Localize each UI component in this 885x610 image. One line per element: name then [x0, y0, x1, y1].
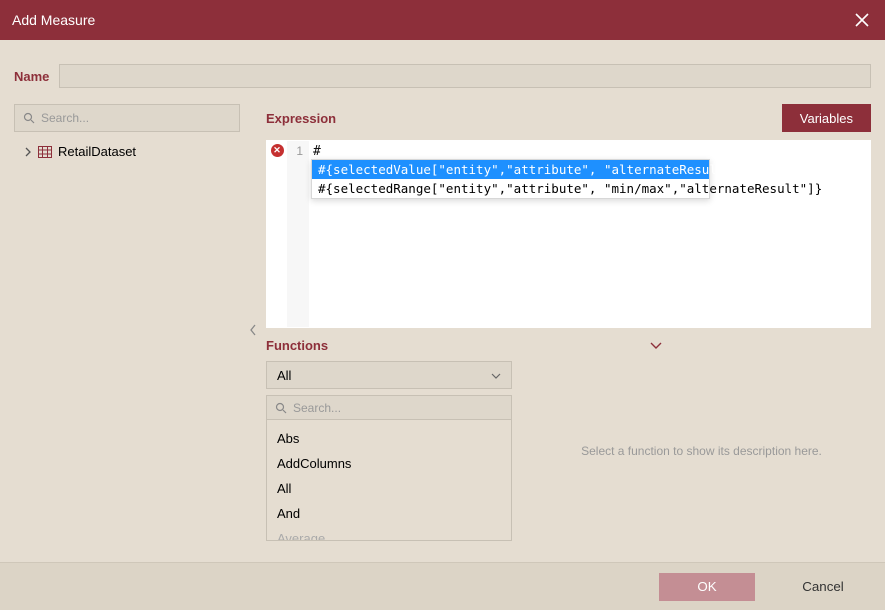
- right-panel: Expression Variables ✕ 1 # #{selectedVal…: [266, 104, 871, 556]
- search-icon: [275, 402, 287, 414]
- tree-search-input[interactable]: [41, 111, 231, 125]
- function-search[interactable]: [267, 396, 511, 420]
- function-description: Select a function to show its descriptio…: [532, 361, 871, 541]
- work-area: RetailDataset Expression Variables ✕ 1 #…: [0, 104, 885, 556]
- autocomplete-option[interactable]: #{selectedValue["entity","attribute", "a…: [312, 160, 709, 179]
- table-icon: [38, 146, 52, 158]
- expression-header: Expression Variables: [266, 104, 871, 132]
- code-text: #: [313, 144, 321, 159]
- name-row: Name: [0, 40, 885, 104]
- close-button[interactable]: [851, 9, 873, 31]
- function-search-input[interactable]: [293, 401, 503, 415]
- code-area[interactable]: # #{selectedValue["entity","attribute", …: [309, 141, 870, 327]
- function-item[interactable]: All: [267, 476, 511, 501]
- close-icon: [855, 13, 869, 27]
- function-item[interactable]: AddColumns: [267, 451, 511, 476]
- autocomplete-option[interactable]: #{selectedRange["entity","attribute", "m…: [312, 179, 709, 198]
- tree-item-retaildataset[interactable]: RetailDataset: [16, 142, 238, 161]
- cancel-button[interactable]: Cancel: [775, 573, 871, 601]
- left-panel: RetailDataset: [14, 104, 240, 556]
- line-number: 1: [287, 144, 303, 158]
- title-bar: Add Measure: [0, 0, 885, 40]
- dropdown-value: All: [277, 368, 291, 383]
- tree-search[interactable]: [14, 104, 240, 132]
- chevron-down-icon: [650, 338, 662, 353]
- tree-item-label: RetailDataset: [58, 144, 136, 159]
- chevron-left-icon: [249, 324, 257, 336]
- function-item[interactable]: Average: [267, 526, 511, 540]
- autocomplete-popup: #{selectedValue["entity","attribute", "a…: [311, 159, 710, 199]
- function-item[interactable]: Abs: [267, 426, 511, 451]
- functions-toggle[interactable]: Functions: [266, 338, 871, 353]
- functions-left: All Abs: [266, 361, 512, 541]
- dialog-footer: OK Cancel: [0, 562, 885, 610]
- collapse-left-handle[interactable]: [240, 104, 266, 556]
- dialog-title: Add Measure: [12, 12, 851, 28]
- function-items: Abs AddColumns All And Average: [267, 420, 511, 540]
- function-category-dropdown[interactable]: All: [266, 361, 512, 389]
- data-tree: RetailDataset: [14, 132, 240, 171]
- function-list-box: Abs AddColumns All And Average: [266, 395, 512, 541]
- functions-label: Functions: [266, 338, 328, 353]
- function-description-hint: Select a function to show its descriptio…: [581, 444, 822, 458]
- search-icon: [23, 112, 35, 124]
- chevron-right-icon: [24, 147, 32, 157]
- line-gutter: 1: [287, 141, 309, 327]
- expression-editor[interactable]: ✕ 1 # #{selectedValue["entity","attribut…: [266, 140, 871, 328]
- name-input[interactable]: [59, 64, 871, 88]
- error-icon[interactable]: ✕: [271, 144, 284, 157]
- ok-button[interactable]: OK: [659, 573, 755, 601]
- functions-body: All Abs: [266, 361, 871, 541]
- variables-button[interactable]: Variables: [782, 104, 871, 132]
- name-label: Name: [14, 69, 49, 84]
- function-item[interactable]: And: [267, 501, 511, 526]
- error-gutter: ✕: [267, 141, 287, 327]
- expression-label: Expression: [266, 111, 782, 126]
- chevron-down-icon: [491, 368, 501, 383]
- functions-section: Functions All: [266, 338, 871, 541]
